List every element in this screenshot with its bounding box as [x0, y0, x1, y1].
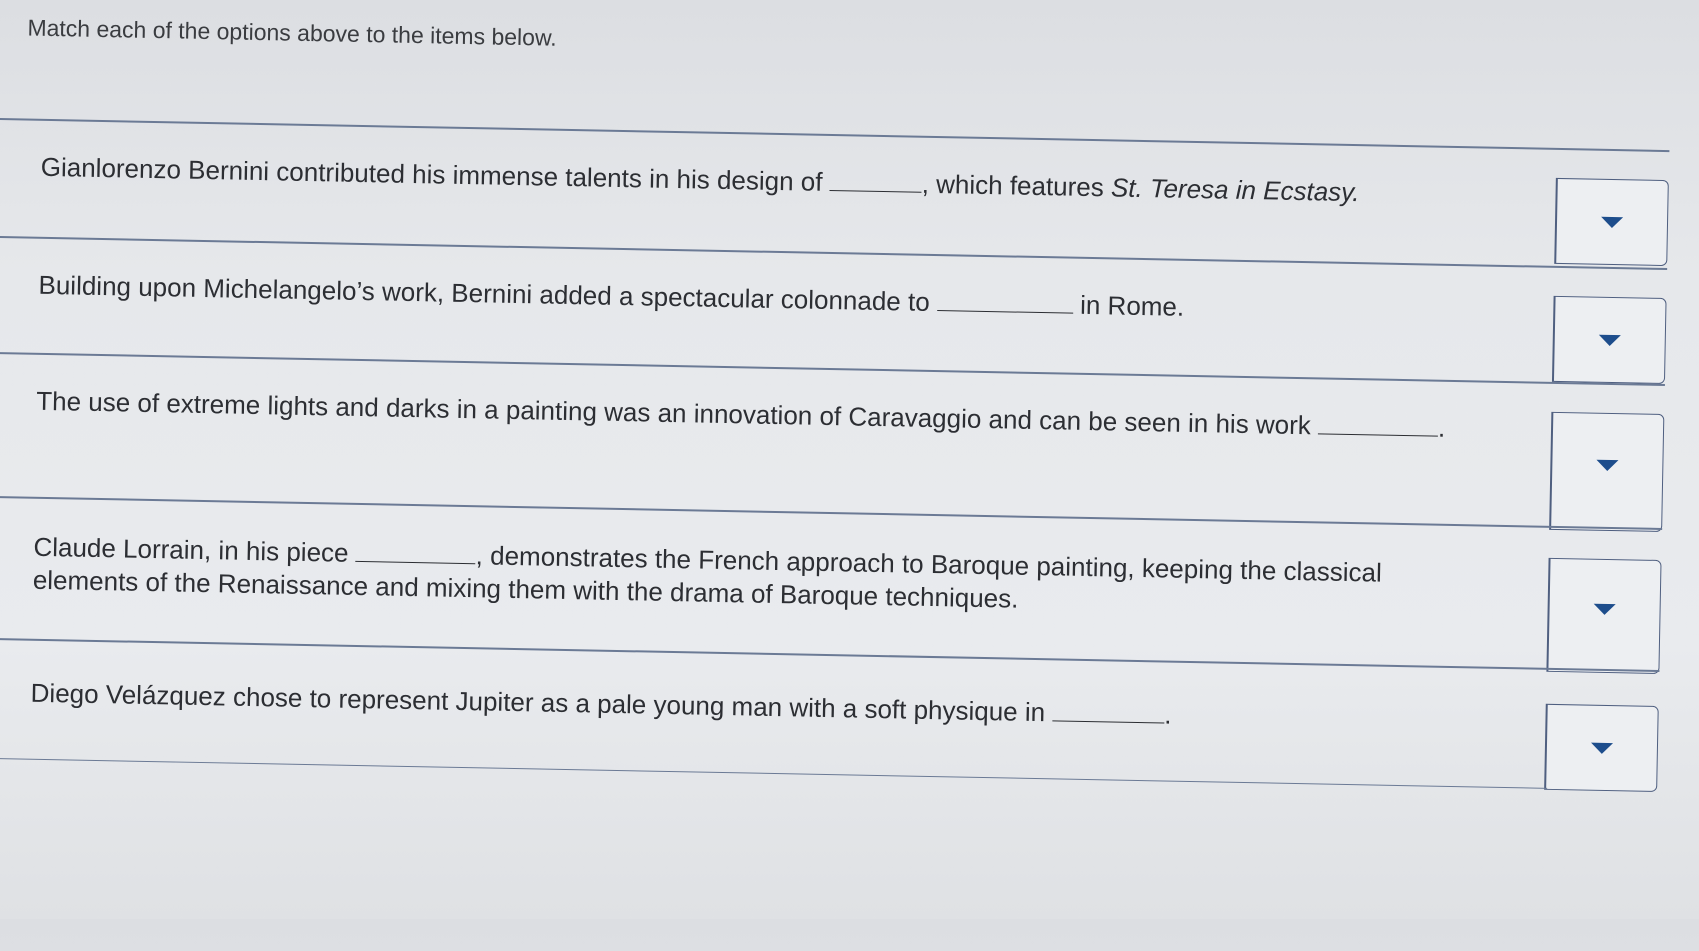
item-3-blank — [1317, 411, 1439, 437]
chevron-down-icon — [1598, 334, 1621, 347]
chevron-down-icon — [1596, 459, 1619, 472]
item-1-blank — [829, 167, 923, 193]
item-1-text-after: , which features — [921, 168, 1112, 203]
item-1-artwork-title: St. Teresa in Ecstasy. — [1110, 172, 1360, 208]
item-1-text: Gianlorenzo Bernini contributed his imme… — [40, 151, 1540, 213]
item-1-text-before: Gianlorenzo Bernini contributed his imme… — [40, 151, 831, 197]
item-2-answer-dropdown[interactable] — [1551, 295, 1667, 385]
chevron-down-icon — [1600, 216, 1624, 229]
item-4-text-before: Claude Lorrain, in his piece — [33, 531, 357, 568]
question-panel: Match each of the options above to the i… — [0, 0, 1699, 951]
item-3-text-before: The use of extreme lights and darks in a… — [36, 385, 1319, 441]
item-5-blank — [1052, 698, 1165, 724]
item-4-text: Claude Lorrain, in his piece , demonstra… — [33, 531, 1454, 624]
item-1-answer-dropdown[interactable] — [1554, 177, 1669, 267]
item-2-text-after: in Rome. — [1072, 289, 1185, 322]
item-5-answer-dropdown[interactable] — [1544, 703, 1659, 792]
item-5-text: Diego Velázquez chose to represent Jupit… — [30, 677, 1530, 739]
item-3-text: The use of extreme lights and darks in a… — [36, 385, 1486, 446]
chevron-down-icon — [1590, 742, 1614, 755]
instructions-text: Match each of the options above to the i… — [27, 14, 557, 51]
item-3-answer-dropdown[interactable] — [1549, 411, 1665, 533]
item-4-blank — [355, 538, 476, 565]
item-2-text: Building upon Michelangelo’s work, Berni… — [38, 269, 1538, 331]
item-3-text-after: . — [1437, 412, 1446, 443]
item-5-text-before: Diego Velázquez chose to represent Jupit… — [30, 677, 1053, 728]
item-2-text-before: Building upon Michelangelo’s work, Berni… — [38, 269, 938, 318]
item-2-blank — [936, 288, 1074, 314]
item-5-text-after: . — [1164, 699, 1172, 730]
item-4-answer-dropdown[interactable] — [1546, 557, 1662, 674]
chevron-down-icon — [1593, 603, 1616, 616]
